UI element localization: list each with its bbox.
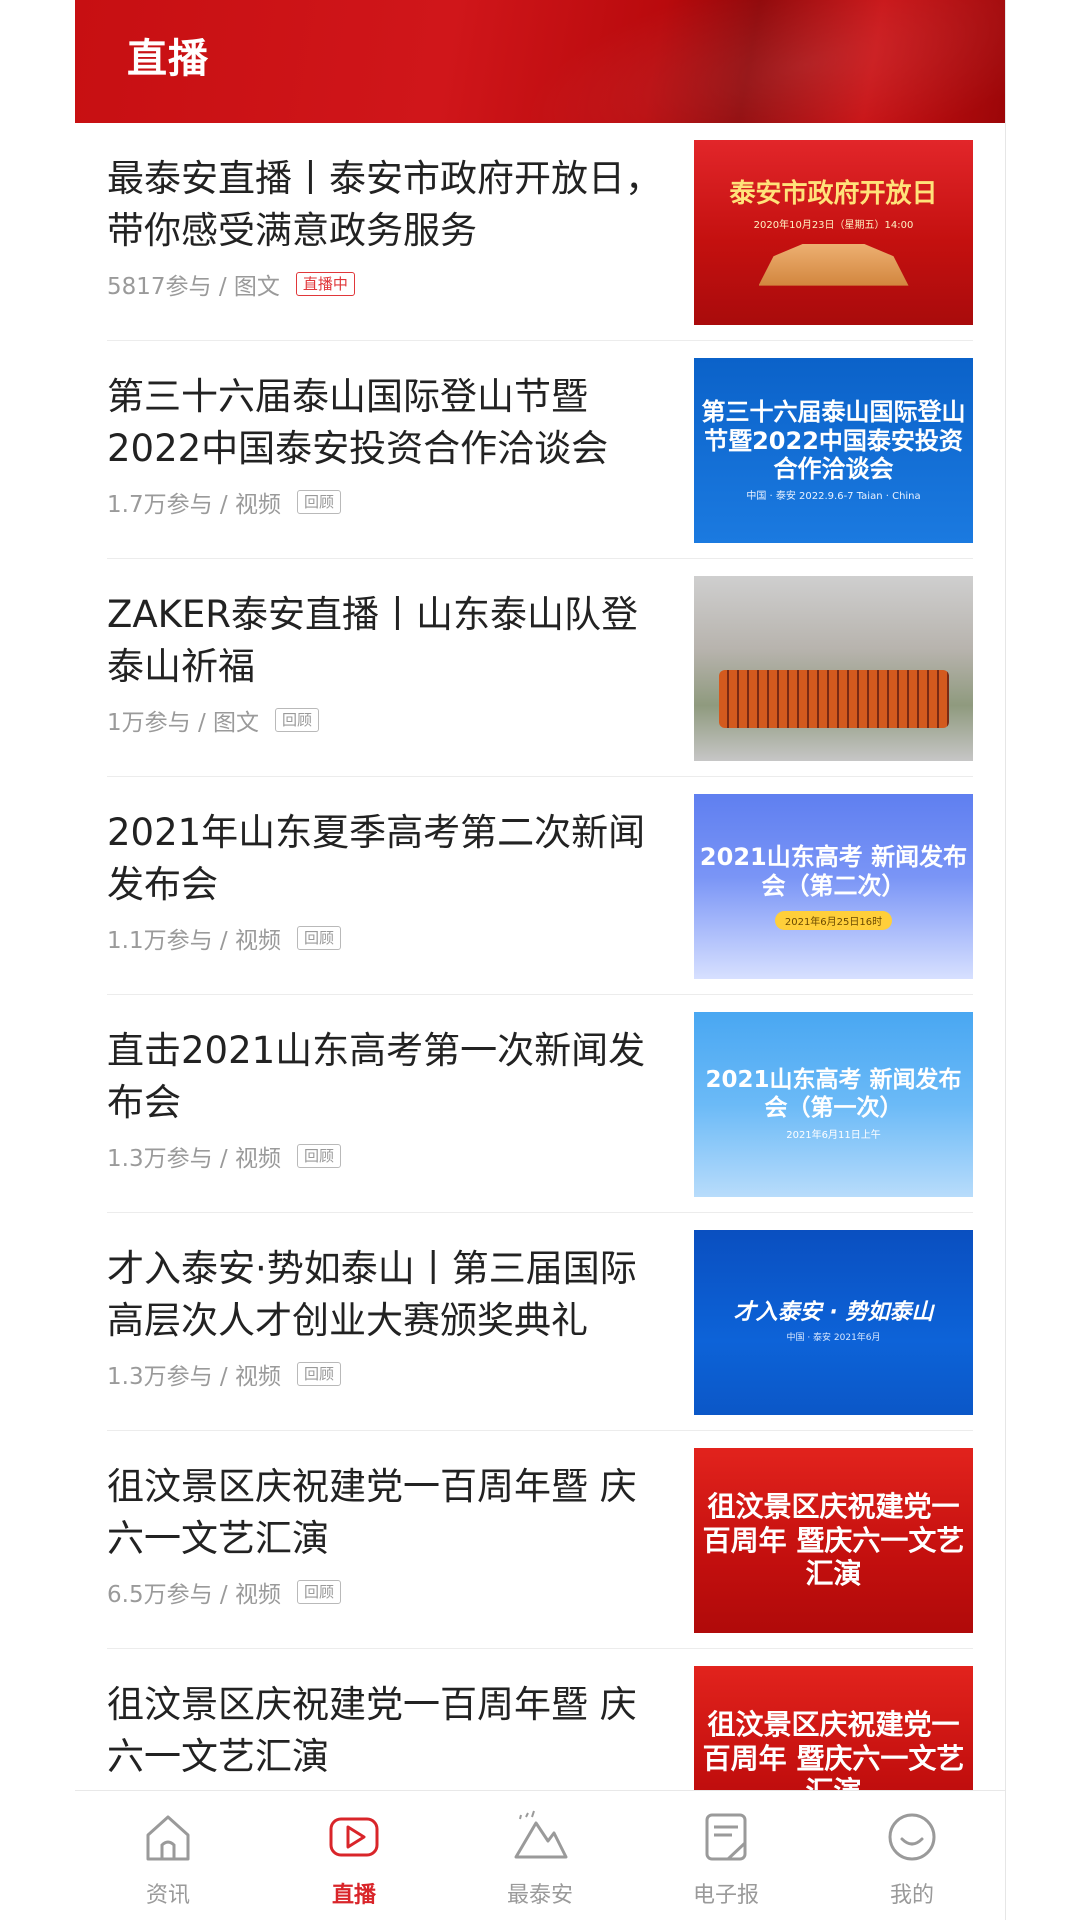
item-text: 直击2021山东高考第一次新闻发布会 1.3万参与 / 视频 回顾 [107,1025,667,1173]
item-title: 第三十六届泰山国际登山节暨2022中国泰安投资合作洽谈会 [107,375,609,470]
thumb-title: 2021山东高考 新闻发布会（第二次） [699,843,968,900]
item-title: ZAKER泰安直播丨山东泰山队登泰山祈福 [107,593,639,688]
item-meta: 1.3万参与 / 视频 回顾 [107,1139,667,1173]
item-meta-text: 1.3万参与 / 视频 [107,1364,281,1390]
list-item[interactable]: ZAKER泰安直播丨山东泰山队登泰山祈福 1万参与 / 图文 回顾 [107,559,973,777]
item-meta: 6.5万参与 / 视频 回顾 [107,1575,667,1609]
item-text: 才入泰安·势如泰山丨第三届国际高层次人才创业大赛颁奖典礼 1.3万参与 / 视频… [107,1243,667,1391]
nav-label: 电子报 [692,1883,759,1908]
item-meta: 5817参与 / 图文 直播中 [107,267,667,301]
item-title: 2021年山东夏季高考第二次新闻发布会 [107,811,646,906]
item-thumbnail[interactable] [694,576,973,761]
nav-item-epaper[interactable]: 电子报 [633,1791,819,1920]
replay-badge: 回顾 [296,1362,341,1386]
newspaper-icon [705,1813,747,1861]
item-title: 最泰安直播丨泰安市政府开放日，带你感受满意政务服务 [107,157,662,252]
nav-label: 资讯 [145,1883,190,1908]
item-meta: 1万参与 / 图文 回顾 [107,703,667,737]
item-thumbnail[interactable]: 2021山东高考 新闻发布会（第一次） 2021年6月11日上午 [694,1012,973,1197]
item-text: 第三十六届泰山国际登山节暨2022中国泰安投资合作洽谈会 1.7万参与 / 视频… [107,371,667,519]
thumb-subtitle: 中国 · 泰安 2021年6月 [786,1332,881,1343]
app-frame: 直播 最泰安直播丨泰安市政府开放日，带你感受满意政务服务 5817参与 / 图文… [75,0,1005,1920]
nav-label: 我的 [889,1883,934,1908]
thumb-date-pill: 2021年6月25日16时 [774,910,893,930]
item-text: ZAKER泰安直播丨山东泰山队登泰山祈福 1万参与 / 图文 回顾 [107,589,667,737]
nav-item-zuitaian[interactable]: 最泰安 [447,1791,633,1920]
profile-icon [888,1813,936,1861]
item-meta-text: 1.7万参与 / 视频 [107,492,281,518]
item-title: 徂汶景区庆祝建党一百周年暨 庆六一文艺汇演 [107,1465,637,1560]
item-meta-text: 6.5万参与 / 视频 [107,1582,281,1608]
page-title: 直播 [127,36,209,82]
live-badge: 直播中 [295,272,355,296]
item-text: 最泰安直播丨泰安市政府开放日，带你感受满意政务服务 5817参与 / 图文 直播… [107,153,667,301]
item-thumbnail[interactable]: 徂汶景区庆祝建党一百周年 暨庆六一文艺汇演 [694,1448,973,1633]
list-item[interactable]: 徂汶景区庆祝建党一百周年暨 庆六一文艺汇演 6.5万参与 / 视频 回顾 徂汶景… [107,1431,973,1649]
thumb-title: 才入泰安 · 势如泰山 [733,1300,934,1326]
replay-badge: 回顾 [296,1580,341,1604]
right-margin [1005,0,1080,1920]
item-meta: 1.3万参与 / 视频 回顾 [107,1357,667,1391]
thumb-title: 2021山东高考 新闻发布会（第一次） [705,1067,962,1121]
item-text: 徂汶景区庆祝建党一百周年暨 庆六一文艺汇演 [107,1679,667,1783]
thumb-title: 泰安市政府开放日 [729,179,938,210]
item-title: 徂汶景区庆祝建党一百周年暨 庆六一文艺汇演 [107,1683,637,1778]
list-item[interactable]: 最泰安直播丨泰安市政府开放日，带你感受满意政务服务 5817参与 / 图文 直播… [107,123,973,341]
tiananmen-illustration [758,243,909,286]
list-item[interactable]: 2021年山东夏季高考第二次新闻发布会 1.1万参与 / 视频 回顾 2021山… [107,777,973,995]
item-thumbnail[interactable]: 2021山东高考 新闻发布会（第二次） 2021年6月25日16时 [694,794,973,979]
item-text: 2021年山东夏季高考第二次新闻发布会 1.1万参与 / 视频 回顾 [107,807,667,955]
item-meta-text: 1.1万参与 / 视频 [107,928,281,954]
item-thumbnail[interactable]: 才入泰安 · 势如泰山 中国 · 泰安 2021年6月 [694,1230,973,1415]
item-text: 徂汶景区庆祝建党一百周年暨 庆六一文艺汇演 6.5万参与 / 视频 回顾 [107,1461,667,1609]
item-thumbnail[interactable]: 第三十六届泰山国际登山节暨2022中国泰安投资合作洽谈会 中国 · 泰安 202… [694,358,973,543]
replay-badge: 回顾 [296,490,341,514]
thumb-subtitle: 2020年10月23日（星期五）14:00 [753,219,914,231]
item-thumbnail[interactable]: 泰安市政府开放日 2020年10月23日（星期五）14:00 [694,140,973,325]
live-list: 最泰安直播丨泰安市政府开放日，带你感受满意政务服务 5817参与 / 图文 直播… [75,123,1005,1867]
nav-label: 最泰安 [506,1883,573,1908]
nav-label: 直播 [331,1883,376,1908]
header-swoosh [479,0,1005,123]
item-meta-text: 1.3万参与 / 视频 [107,1146,281,1172]
bottom-nav: 资讯 直播 最泰安 电子报 我的 [75,1790,1005,1920]
live-icon [329,1817,379,1857]
item-meta: 1.1万参与 / 视频 回顾 [107,921,667,955]
replay-badge: 回顾 [296,1144,341,1168]
header-bar: 直播 [75,0,1005,123]
item-title: 才入泰安·势如泰山丨第三届国际高层次人才创业大赛颁奖典礼 [107,1247,637,1342]
mountain-icon [514,1810,568,1859]
item-meta: 1.7万参与 / 视频 回顾 [107,485,667,519]
thumb-subtitle: 2021年6月11日上午 [786,1129,881,1141]
thumb-title: 第三十六届泰山国际登山节暨2022中国泰安投资合作洽谈会 [701,397,966,484]
list-item[interactable]: 第三十六届泰山国际登山节暨2022中国泰安投资合作洽谈会 1.7万参与 / 视频… [107,341,973,559]
list-item[interactable]: 才入泰安·势如泰山丨第三届国际高层次人才创业大赛颁奖典礼 1.3万参与 / 视频… [107,1213,973,1431]
list-item[interactable]: 直击2021山东高考第一次新闻发布会 1.3万参与 / 视频 回顾 2021山东… [107,995,973,1213]
replay-badge: 回顾 [296,926,341,950]
nav-item-live[interactable]: 直播 [261,1791,447,1920]
replay-badge: 回顾 [275,708,320,732]
thumb-title: 徂汶景区庆祝建党一百周年 暨庆六一文艺汇演 [702,1490,965,1591]
item-meta-text: 5817参与 / 图文 [107,274,280,300]
team-photo [718,669,949,728]
item-title: 直击2021山东高考第一次新闻发布会 [107,1029,646,1124]
nav-item-me[interactable]: 我的 [819,1791,1005,1920]
item-meta-text: 1万参与 / 图文 [107,710,260,736]
nav-item-news[interactable]: 资讯 [75,1791,261,1920]
home-icon [146,1815,190,1861]
thumb-subtitle: 中国 · 泰安 2022.9.6-7 Taian · China [746,491,921,503]
